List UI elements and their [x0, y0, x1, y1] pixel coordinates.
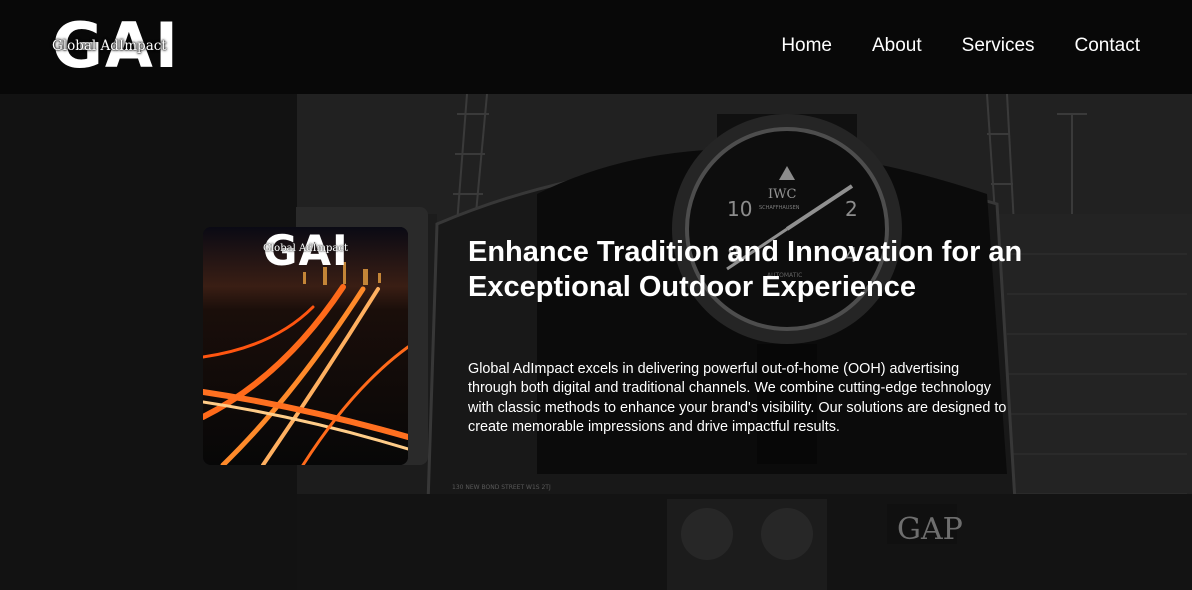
card-logo-text: Global AdImpact [263, 243, 348, 254]
logo[interactable]: GAI Global AdImpact [52, 15, 178, 77]
nav-home[interactable]: Home [781, 34, 832, 58]
hero-overlay [297, 94, 1192, 590]
hero-background-image: 10 2 8 4 IWC SCHAFFHAUSEN AUTOMATIC 130 … [297, 94, 1192, 590]
nav-about[interactable]: About [872, 34, 922, 58]
card-logo: GAI Global AdImpact [263, 230, 348, 272]
logo-text: Global AdImpact [52, 38, 167, 54]
hero-title: Enhance Tradition and Innovation for an … [468, 236, 1023, 303]
hero-description: Global AdImpact excels in delivering pow… [468, 361, 1007, 436]
site-header: GAI Global AdImpact Home About Services … [0, 0, 1192, 94]
hero-card-image: GAI Global AdImpact [203, 227, 408, 465]
nav-contact[interactable]: Contact [1075, 34, 1140, 58]
main-nav: Home About Services Contact [781, 34, 1140, 58]
nav-services[interactable]: Services [962, 34, 1035, 58]
